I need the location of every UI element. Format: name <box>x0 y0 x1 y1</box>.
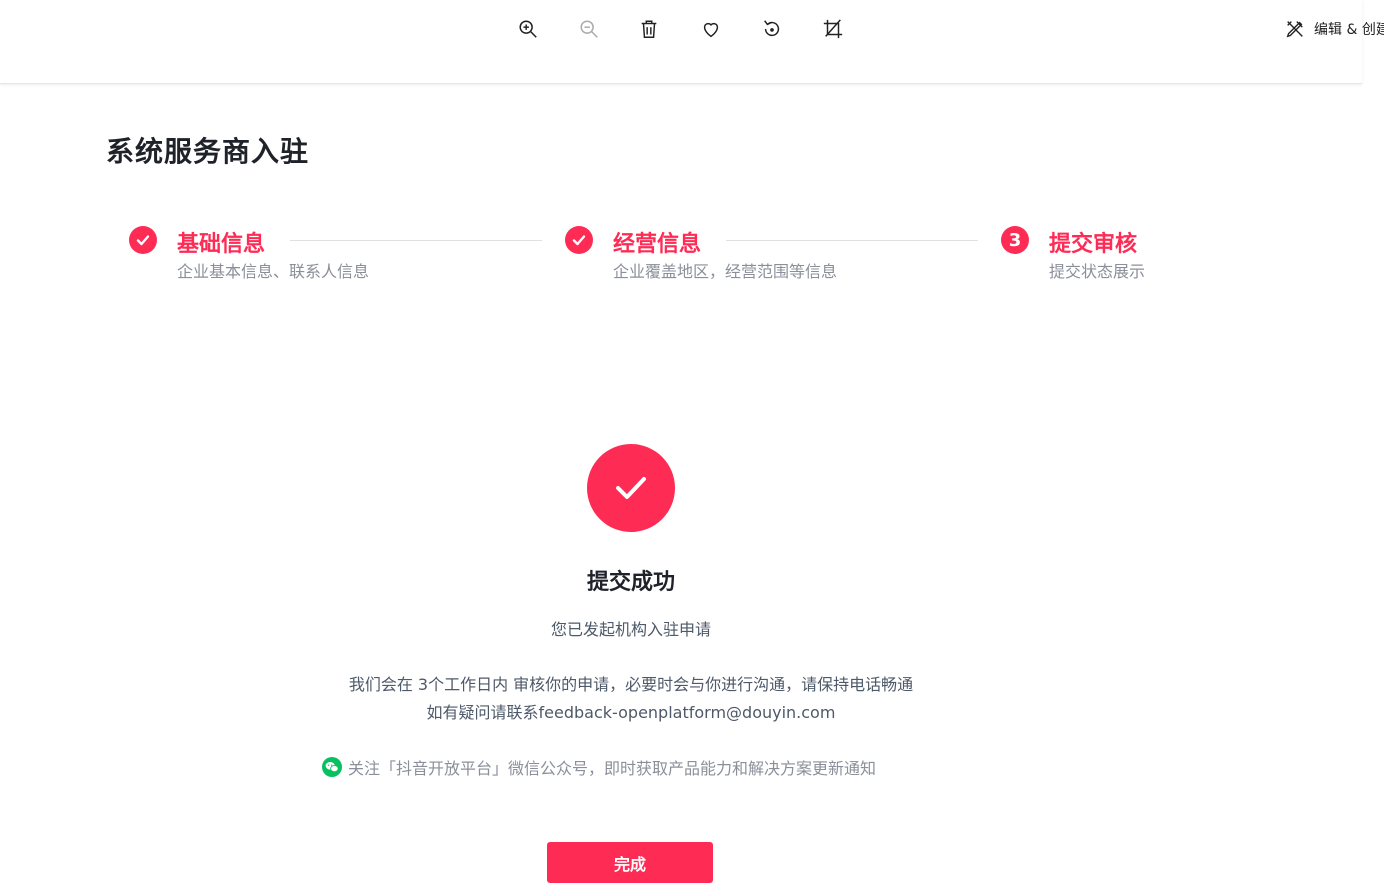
edit-create-label: 编辑 & 创建 <box>1314 22 1384 38</box>
step-title: 经营信息 <box>613 232 702 257</box>
step-connector <box>726 240 978 241</box>
wechat-follow-text: 关注「抖音开放平台」微信公众号，即时获取产品能力和解决方案更新通知 <box>348 759 877 778</box>
wechat-icon <box>322 757 342 777</box>
page-title: 系统服务商入驻 <box>106 135 310 168</box>
rotate-icon <box>764 20 780 37</box>
step-connector <box>290 240 542 241</box>
edit-create-button[interactable]: 编辑 & 创建 <box>1284 16 1384 42</box>
step-basic-info: 基础信息 企业基本信息、联系人信息 <box>129 224 529 284</box>
zoom-in-icon <box>519 20 537 38</box>
success-check-icon <box>587 444 675 532</box>
step-description: 企业基本信息、联系人信息 <box>177 262 370 281</box>
crop-button[interactable] <box>818 14 848 44</box>
step-submit-review: 3 提交审核 提交状态展示 <box>1001 224 1301 284</box>
rotate-button[interactable] <box>757 14 787 44</box>
zoom-in-button[interactable] <box>513 14 543 44</box>
favorite-button[interactable] <box>696 14 726 44</box>
done-button[interactable]: 完成 <box>547 842 713 883</box>
crop-icon <box>823 19 843 39</box>
step-done-icon <box>129 226 157 254</box>
edit-create-icon <box>1286 21 1303 38</box>
step-title: 基础信息 <box>177 232 266 257</box>
step-description: 提交状态展示 <box>1049 262 1146 281</box>
zoom-out-button[interactable] <box>574 14 604 44</box>
step-description: 企业覆盖地区，经营范围等信息 <box>613 262 838 281</box>
step-done-icon <box>565 226 593 254</box>
contact-email: 如有疑问请联系feedback-openplatform@douyin.com <box>426 703 836 722</box>
trash-icon <box>641 20 657 38</box>
viewer-toolbar: 编辑 & 创建 <box>0 0 1384 84</box>
delete-button[interactable] <box>634 14 664 44</box>
step-number-icon: 3 <box>1001 226 1029 254</box>
step-business-info: 经营信息 企业覆盖地区，经营范围等信息 <box>565 224 965 284</box>
heart-icon <box>703 22 719 38</box>
wechat-follow-notice: 关注「抖音开放平台」微信公众号，即时获取产品能力和解决方案更新通知 <box>322 756 876 778</box>
review-notice: 我们会在 3个工作日内 审核你的申请，必要时会与你进行沟通，请保持电话畅通 <box>348 675 914 694</box>
result-title: 提交成功 <box>586 570 675 595</box>
zoom-out-icon <box>580 20 598 38</box>
step-title: 提交审核 <box>1049 232 1138 257</box>
result-subtitle: 您已发起机构入驻申请 <box>550 620 711 639</box>
